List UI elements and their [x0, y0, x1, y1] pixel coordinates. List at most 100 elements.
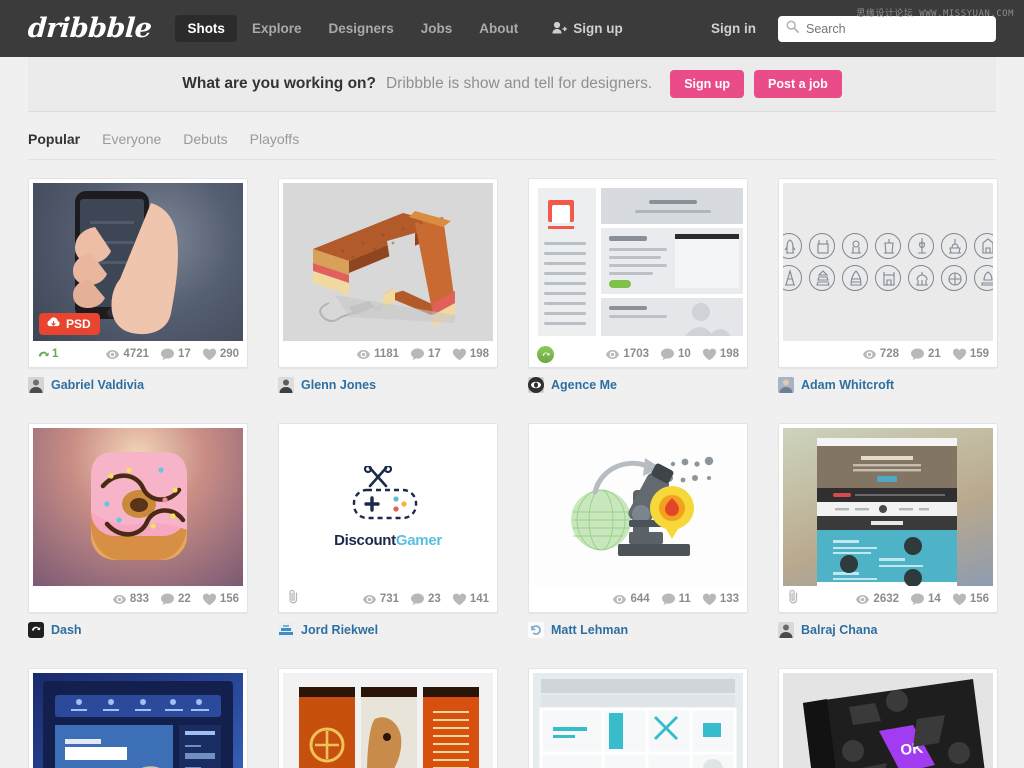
- tab-popular[interactable]: Popular: [28, 131, 80, 147]
- author-name[interactable]: Balraj Chana: [801, 623, 877, 637]
- nav-item-explore[interactable]: Explore: [240, 15, 314, 42]
- eye-icon: [606, 349, 620, 359]
- tattoo-website-mockup: [817, 438, 957, 586]
- author-name[interactable]: Gabriel Valdivia: [51, 378, 144, 392]
- avatar: [278, 622, 294, 638]
- views-stat: 1703: [606, 348, 649, 361]
- shot-author[interactable]: Agence Me: [528, 368, 748, 393]
- shot-frame[interactable]: DiscountGamer 731 23 141: [278, 423, 498, 613]
- scissors-gamepad-icon: [352, 465, 418, 519]
- shot-card[interactable]: 644 11 133 Matt Lehman: [528, 423, 748, 638]
- likes-stat: 198: [452, 348, 489, 361]
- shot-thumbnail[interactable]: OK: [783, 673, 993, 768]
- eye-icon: [862, 349, 876, 359]
- promo-postjob-button[interactable]: Post a job: [754, 70, 842, 98]
- attachment-icon[interactable]: [287, 589, 300, 609]
- shot-frame[interactable]: 644 11 133: [528, 423, 748, 613]
- shot-frame[interactable]: [528, 668, 748, 768]
- shot-card[interactable]: 833 22 156 Dash: [28, 423, 248, 638]
- shot-thumbnail[interactable]: [533, 183, 743, 341]
- author-name[interactable]: Matt Lehman: [551, 623, 628, 637]
- shot-thumbnail[interactable]: [533, 428, 743, 586]
- author-name[interactable]: Agence Me: [551, 378, 617, 392]
- shot-stats: 2632 14 156: [783, 586, 993, 612]
- shot-frame[interactable]: 833 22 156: [28, 423, 248, 613]
- comments-stat: 10: [661, 347, 691, 361]
- shot-thumbnail[interactable]: [283, 183, 493, 341]
- landmark-icon: [875, 265, 901, 291]
- author-name[interactable]: Dash: [51, 623, 82, 637]
- nav-item-jobs[interactable]: Jobs: [409, 15, 465, 42]
- shot-thumbnail[interactable]: PSD: [33, 183, 243, 341]
- nav-item-about[interactable]: About: [467, 15, 530, 42]
- attachment-icon[interactable]: [787, 589, 800, 609]
- author-name[interactable]: Adam Whitcroft: [801, 378, 894, 392]
- eye-icon: [357, 349, 371, 359]
- shot-thumbnail[interactable]: [33, 428, 243, 586]
- shot-card[interactable]: 1703 10 198 Agence Me: [528, 178, 748, 393]
- shot-author[interactable]: Glenn Jones: [278, 368, 498, 393]
- shot-card[interactable]: 1181 17 198 Glenn Jones: [278, 178, 498, 393]
- shot-card[interactable]: OK: [778, 668, 998, 768]
- shot-frame[interactable]: OK: [778, 668, 998, 768]
- shot-frame[interactable]: 1181 17 198: [278, 178, 498, 368]
- landmark-icon: [809, 265, 835, 291]
- shot-card[interactable]: DiscountGamer 731 23 141 Jord Riekwel: [278, 423, 498, 638]
- shot-frame[interactable]: 728 21 159: [778, 178, 998, 368]
- likes-stat: 156: [202, 593, 239, 606]
- shot-card[interactable]: PSD 1 4721 17 290 Gabriel Valdivia: [28, 178, 248, 393]
- psd-badge[interactable]: PSD: [39, 313, 100, 335]
- dribbble-logo[interactable]: dribbble: [27, 13, 153, 44]
- shot-thumbnail[interactable]: [533, 673, 743, 768]
- rebound-stat[interactable]: 1: [37, 348, 58, 361]
- shot-author[interactable]: Dash: [28, 613, 248, 638]
- main-nav: Shots Explore Designers Jobs About: [175, 15, 530, 42]
- shot-frame[interactable]: [28, 668, 248, 768]
- eye-icon: [856, 594, 870, 604]
- shot-frame[interactable]: 2632 14 156: [778, 423, 998, 613]
- shot-card[interactable]: [528, 668, 748, 768]
- heart-icon: [702, 348, 716, 360]
- shot-author[interactable]: Gabriel Valdivia: [28, 368, 248, 393]
- avatar: [528, 622, 544, 638]
- nav-item-designers[interactable]: Designers: [316, 15, 405, 42]
- signup-link[interactable]: Sign up: [552, 21, 623, 37]
- shot-card[interactable]: 2632 14 156 Balraj Chana: [778, 423, 998, 638]
- promo-signup-button[interactable]: Sign up: [670, 70, 745, 98]
- nav-right-group: Sign in: [711, 15, 996, 42]
- likes-count: 198: [469, 348, 489, 360]
- shot-frame[interactable]: PSD 1 4721 17 290: [28, 178, 248, 368]
- shot-thumbnail[interactable]: [783, 428, 993, 586]
- shot-card[interactable]: [278, 668, 498, 768]
- paperclip-icon: [789, 589, 798, 604]
- promo-subtext: Dribbble is show and tell for designers.: [385, 75, 653, 92]
- shot-thumbnail[interactable]: DiscountGamer: [283, 428, 493, 586]
- shot-thumbnail[interactable]: [283, 673, 493, 768]
- signin-link[interactable]: Sign in: [711, 21, 756, 36]
- tab-everyone[interactable]: Everyone: [102, 131, 161, 147]
- shot-thumbnail[interactable]: [33, 673, 243, 768]
- shot-thumbnail[interactable]: [783, 183, 993, 341]
- search-input[interactable]: [806, 21, 988, 36]
- author-name[interactable]: Jord Riekwel: [301, 623, 378, 637]
- rebound-badge[interactable]: [537, 345, 554, 363]
- nav-item-shots[interactable]: Shots: [175, 15, 237, 42]
- shot-card[interactable]: 728 21 159 Adam Whitcroft: [778, 178, 998, 393]
- shot-frame[interactable]: [278, 668, 498, 768]
- tab-debuts[interactable]: Debuts: [183, 131, 227, 147]
- stats-right: 728 21 159: [862, 347, 989, 361]
- search-box[interactable]: [778, 15, 996, 42]
- shot-frame[interactable]: 1703 10 198: [528, 178, 748, 368]
- author-name[interactable]: Glenn Jones: [301, 378, 376, 392]
- eye-icon: [362, 594, 376, 604]
- shot-author[interactable]: Adam Whitcroft: [778, 368, 998, 393]
- shot-author[interactable]: Matt Lehman: [528, 613, 748, 638]
- shot-author[interactable]: Balraj Chana: [778, 613, 998, 638]
- heart-icon: [702, 593, 716, 605]
- shot-author[interactable]: Jord Riekwel: [278, 613, 498, 638]
- heart-icon: [952, 593, 966, 605]
- tab-playoffs[interactable]: Playoffs: [250, 131, 300, 147]
- heart-icon: [202, 348, 216, 360]
- shot-stats: 1 4721 17 290: [33, 341, 243, 367]
- shot-card[interactable]: [28, 668, 248, 768]
